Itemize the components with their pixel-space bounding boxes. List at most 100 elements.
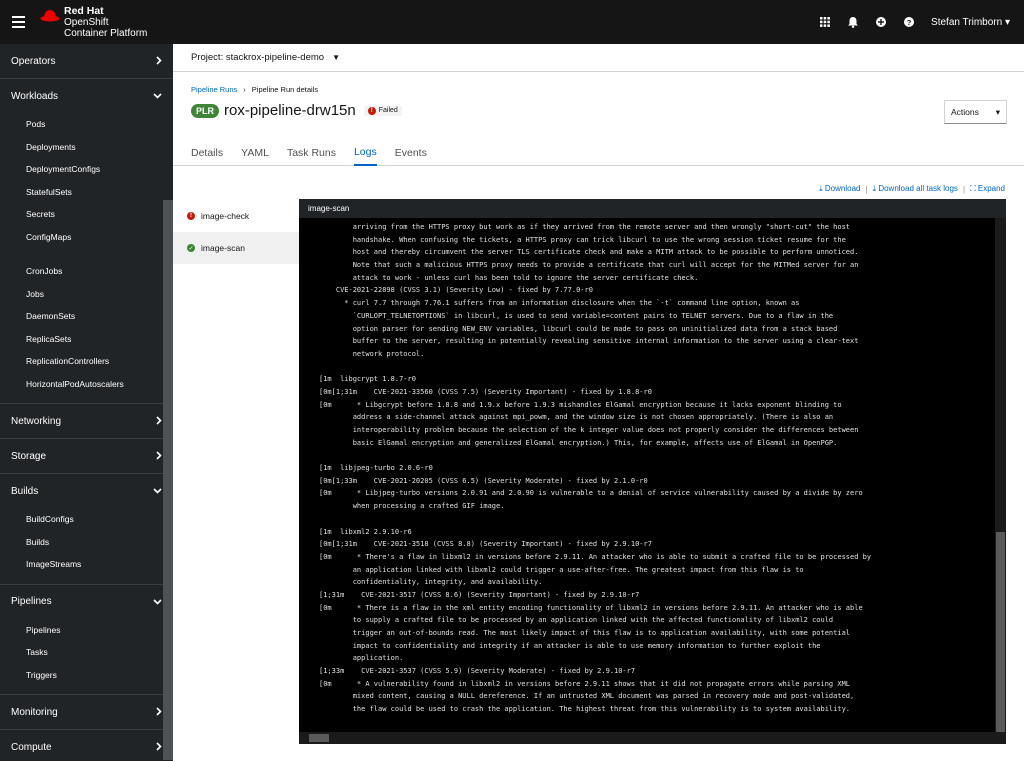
sidebar-section-label: Compute bbox=[11, 741, 52, 753]
grid-icon[interactable] bbox=[811, 0, 839, 44]
sidebar-section-workloads[interactable]: Workloads bbox=[0, 79, 173, 113]
log-line: [0m[1;31m CVE-2021-3518 (CVSS 8.8) (Seve… bbox=[319, 540, 652, 549]
brand-openshift: OpenShift bbox=[64, 16, 109, 28]
sidebar-section-builds[interactable]: Builds bbox=[0, 474, 173, 508]
sidebar-item-replicationcontrollers[interactable]: ReplicationControllers bbox=[0, 350, 173, 373]
sidebar-section-compute[interactable]: Compute bbox=[0, 730, 173, 761]
sidebar-item-configmaps[interactable]: ConfigMaps bbox=[0, 226, 173, 249]
sidebar-section: Storage bbox=[0, 439, 173, 474]
download-all-link[interactable]: ⤓ Download all task logs bbox=[873, 184, 958, 194]
log-line: when processing a crafted GIF image. bbox=[319, 502, 505, 511]
sidebar-item-secrets[interactable]: Secrets bbox=[0, 203, 173, 226]
tab-events[interactable]: Events bbox=[395, 140, 427, 166]
task-name: image-check bbox=[201, 211, 250, 221]
download-link[interactable]: ⤓ Download bbox=[819, 184, 860, 194]
actions-dropdown[interactable]: Actions ▾ bbox=[944, 100, 1007, 124]
log-line: impact to confidentiality and integrity … bbox=[319, 641, 821, 650]
log-line: `CURLOPT_TELNETOPTIONS` in libcurl, is u… bbox=[319, 311, 834, 320]
task-item-image-check[interactable]: ! image-check bbox=[173, 200, 299, 232]
user-menu[interactable]: Stefan Trimborn ▾ bbox=[931, 17, 1010, 28]
log-line: [1;31m CVE-2021-3517 (CVSS 8.6) (Severit… bbox=[319, 590, 640, 599]
scrollbar-thumb[interactable] bbox=[309, 734, 329, 742]
download-all-label: Download all task logs bbox=[878, 184, 958, 193]
hamburger-menu-icon[interactable] bbox=[0, 0, 36, 44]
project-selector[interactable]: Project: stackrox-pipeline-demo ▼ bbox=[173, 44, 1024, 72]
log-line: [0m * A vulnerability found in libxml2 i… bbox=[319, 679, 851, 688]
log-vertical-scrollbar[interactable] bbox=[995, 218, 1006, 732]
log-horizontal-scrollbar[interactable] bbox=[299, 732, 1006, 744]
separator: | bbox=[962, 184, 966, 194]
help-icon[interactable]: ? bbox=[895, 0, 923, 44]
sidebar-scrollbar[interactable] bbox=[163, 200, 173, 760]
log-line: an application linked with libxml2 could… bbox=[319, 565, 804, 574]
plus-circle-icon[interactable] bbox=[867, 0, 895, 44]
sidebar-item-replicasets[interactable]: ReplicaSets bbox=[0, 328, 173, 351]
sidebar-section-monitoring[interactable]: Monitoring bbox=[0, 695, 173, 729]
error-circle-icon: ! bbox=[187, 212, 195, 220]
brand-logo[interactable]: Red Hat OpenShift Container Platform bbox=[40, 5, 148, 39]
tab-task-runs[interactable]: Task Runs bbox=[287, 140, 336, 166]
sidebar-item-deploymentconfigs[interactable]: DeploymentConfigs bbox=[0, 158, 173, 181]
project-label: Project: stackrox-pipeline-demo bbox=[191, 52, 325, 63]
title-row: PLR rox-pipeline-drw15n ! Failed bbox=[191, 102, 402, 119]
main-content: Project: stackrox-pipeline-demo ▼ Pipeli… bbox=[173, 44, 1024, 761]
sidebar-section-label: Storage bbox=[11, 450, 47, 462]
sidebar-item-builds[interactable]: Builds bbox=[0, 531, 173, 554]
sidebar-item-tasks[interactable]: Tasks bbox=[0, 641, 173, 664]
chevron-down-icon bbox=[153, 91, 162, 101]
sidebar-section-label: Networking bbox=[11, 415, 62, 427]
sidebar-item-buildconfigs[interactable]: BuildConfigs bbox=[0, 508, 173, 531]
tab-details[interactable]: Details bbox=[191, 140, 223, 166]
brand-container-platform: Container Platform bbox=[64, 27, 148, 39]
sidebar-item-triggers[interactable]: Triggers bbox=[0, 664, 173, 687]
sidebar-item-deployments[interactable]: Deployments bbox=[0, 136, 173, 159]
sidebar-item-horizontalpodautoscalers[interactable]: HorizontalPodAutoscalers bbox=[0, 373, 173, 396]
sidebar-item-pipelines[interactable]: Pipelines bbox=[0, 619, 173, 642]
caret-down-icon: ▼ bbox=[332, 53, 340, 62]
page-title: rox-pipeline-drw15n bbox=[224, 102, 356, 119]
task-item-image-scan[interactable]: ✓ image-scan bbox=[173, 232, 299, 264]
log-line: trigger an out-of-bounds read. The most … bbox=[319, 629, 851, 637]
sidebar-item-imagestreams[interactable]: ImageStreams bbox=[0, 553, 173, 576]
log-line: Note that such a malicious HTTPS proxy n… bbox=[319, 261, 859, 270]
breadcrumb-pipeline-runs-link[interactable]: Pipeline Runs bbox=[191, 85, 237, 94]
chevron-right-icon bbox=[156, 741, 162, 753]
check-circle-icon: ✓ bbox=[187, 244, 195, 252]
sidebar-section-networking[interactable]: Networking bbox=[0, 404, 173, 438]
actions-label: Actions bbox=[951, 107, 979, 117]
sidebar-section-label: Builds bbox=[11, 485, 39, 497]
bell-icon[interactable] bbox=[839, 0, 867, 44]
sidebar-item-jobs[interactable]: Jobs bbox=[0, 283, 173, 306]
svg-text:?: ? bbox=[907, 18, 912, 27]
scrollbar-thumb[interactable] bbox=[996, 532, 1005, 732]
chevron-right-icon bbox=[156, 450, 162, 462]
error-circle-icon: ! bbox=[367, 106, 376, 115]
log-line: [1m libgcrypt 1.8.7-r0 bbox=[319, 375, 416, 384]
red-hat-logo-icon bbox=[40, 9, 60, 21]
download-icon: ⤓ bbox=[819, 184, 823, 193]
log-line: option parser for sending NEW_ENV variab… bbox=[319, 324, 838, 333]
log-line: network protocol. bbox=[319, 349, 425, 358]
plr-badge: PLR bbox=[191, 103, 219, 118]
sidebar-section-storage[interactable]: Storage bbox=[0, 439, 173, 473]
breadcrumb-current: Pipeline Run details bbox=[251, 85, 319, 94]
log-line: [0m * There's a flaw in libxml2 in versi… bbox=[319, 552, 872, 561]
caret-down-icon: ▾ bbox=[1004, 16, 1010, 28]
log-line: handshake. When confusing the tickets, a… bbox=[319, 235, 846, 244]
expand-link[interactable]: ⛶ Expand bbox=[970, 184, 1005, 194]
sidebar-item-cronjobs[interactable]: CronJobs bbox=[0, 260, 173, 283]
sidebar-section-operators[interactable]: Operators bbox=[0, 44, 173, 78]
sidebar-item-daemonsets[interactable]: DaemonSets bbox=[0, 305, 173, 328]
log-line: to supply a crafted file to be processed… bbox=[319, 616, 834, 625]
tab-yaml[interactable]: YAML bbox=[241, 140, 269, 166]
log-line: [1;33m CVE-2021-3537 (CVSS 5.9) (Severit… bbox=[319, 667, 636, 676]
tab-logs[interactable]: Logs bbox=[353, 140, 377, 166]
sidebar-section-pipelines[interactable]: Pipelines bbox=[0, 585, 173, 619]
log-line: [0m * There is a flaw in the xml entity … bbox=[319, 603, 863, 612]
sidebar-section: Compute bbox=[0, 730, 173, 761]
log-line: CVE-2021-22898 (CVSS 3.1) (Severity Low)… bbox=[319, 286, 593, 295]
log-line: arriving from the HTTPS proxy but work a… bbox=[319, 223, 851, 231]
sidebar-item-pods[interactable]: Pods bbox=[0, 113, 173, 136]
sidebar-item-statefulsets[interactable]: StatefulSets bbox=[0, 181, 173, 204]
